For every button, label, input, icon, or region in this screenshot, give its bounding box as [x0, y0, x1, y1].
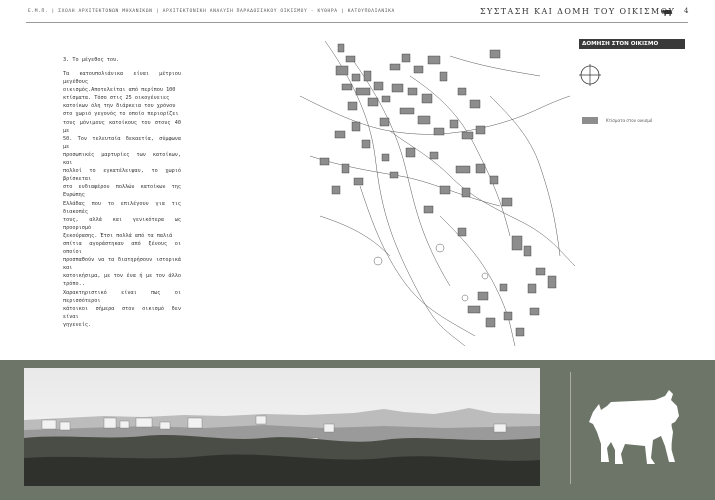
body-text-line: στο ενδιαφέρον πολλών κατοίκων της Ευρώπ…	[63, 184, 181, 199]
body-text-line: πολλοί το εγκατέλειψαν, το χωριό βρίσκετ…	[63, 168, 181, 183]
legend-label-buildings: Κτίσματα στον οικισμό	[606, 118, 653, 123]
legend-swatch-buildings	[582, 117, 598, 124]
section-heading: 3. Το μέγεθος του.	[63, 57, 120, 63]
body-text-line: 50. Τον τελευταία δεκαετία, σύμφωνα με	[63, 135, 181, 150]
ox-icon	[662, 9, 672, 16]
body-text-line: ξεκούρασης. Έτσι πολλά από τα παλιά	[63, 232, 173, 239]
header-course-info: Ε.Μ.Π. | ΣΧΟΛΗ ΑΡΧΙΤΕΚΤΟΝΩΝ ΜΗΧΑΝΙΚΩΝ | …	[28, 9, 395, 14]
body-text-line: προσωπικές μαρτυρίες των κατοίκων, και	[63, 151, 181, 167]
page-header: Ε.Μ.Π. | ΣΧΟΛΗ ΑΡΧΙΤΕΚΤΟΝΩΝ ΜΗΧΑΝΙΚΩΝ | …	[0, 0, 715, 26]
band-divider	[570, 372, 571, 484]
ox-silhouette-icon	[589, 390, 679, 464]
body-text-line: κατοικήσιμα, με τον ένα ή με τον άλλο τρ…	[63, 273, 181, 288]
header-divider	[26, 22, 688, 23]
body-text-line: γηγενείς.	[63, 321, 92, 328]
body-text-line: στο χωριό γεγονός το οποίο περιορίζει	[63, 111, 179, 118]
body-text-line: τους, αλλά και γενικότερα ως προορισμό	[63, 216, 181, 231]
body-text-line: Χαρακτηριστικό είναι πως οι περισσότεροι	[63, 289, 181, 304]
body-text-line: κάτοικοι σήμερα στον οικισμό δεν είναι	[63, 305, 181, 320]
village-site-plan	[299, 40, 575, 346]
body-text-line: κτίσματα. Τόσο στις 25 οικογένειες	[63, 95, 170, 102]
body-text-line: σπίτια αγοράστηκαν από ξένους οι οποίοι	[63, 240, 181, 256]
body-text-line: Ελλάδας που το επιλέγουν για τις διακοπέ…	[63, 200, 181, 215]
page-number: 4	[684, 7, 689, 15]
legend-title: ΔΟΜΗΣΗ ΣΤΟΝ ΟΙΚΙΣΜΟ	[579, 39, 685, 49]
north-compass-icon	[579, 64, 601, 86]
body-text-line: κατοίκων όλη την διάρκεια του χρόνου	[63, 103, 176, 110]
body-text-line: οικισμός.Αποτελείται από περίπου 100	[63, 87, 176, 94]
village-panorama-photo	[24, 368, 540, 486]
page-title: ΣΥΣΤΑΣΗ ΚΑΙ ΔΟΜΗ ΤΟΥ ΟΙΚΙΣΜΟΥ	[480, 7, 676, 16]
body-text-line: προσπαθούν να τα διατηρήσουν ιστορικά κα…	[63, 257, 181, 272]
body-text-line: Τα κατουπολιάνικα είναι μέτριου μεγέθους	[63, 71, 181, 86]
body-text-line: τους μόνιμους κατοίκους του στους 40 με	[63, 119, 181, 134]
body-paragraph: Τα κατουπολιάνικα είναι μέτριου μεγέθους…	[63, 70, 181, 329]
